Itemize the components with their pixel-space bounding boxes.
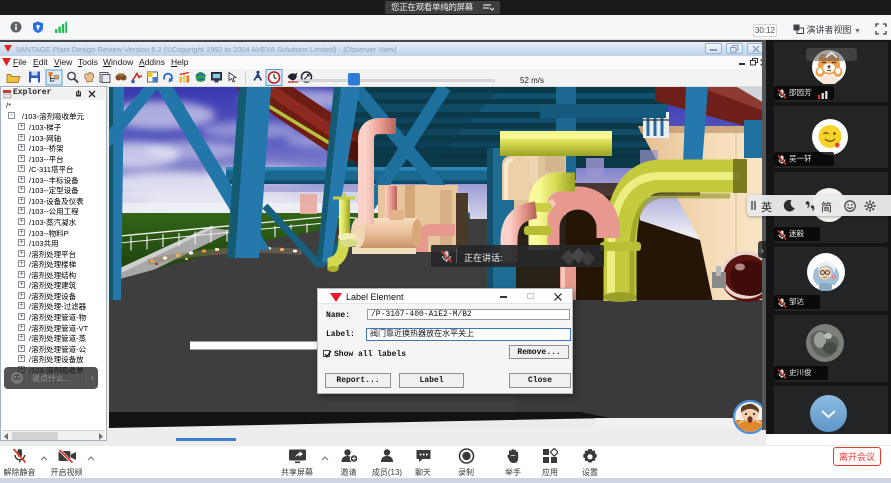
svg-text:52 m/s: 52 m/s xyxy=(520,76,544,85)
